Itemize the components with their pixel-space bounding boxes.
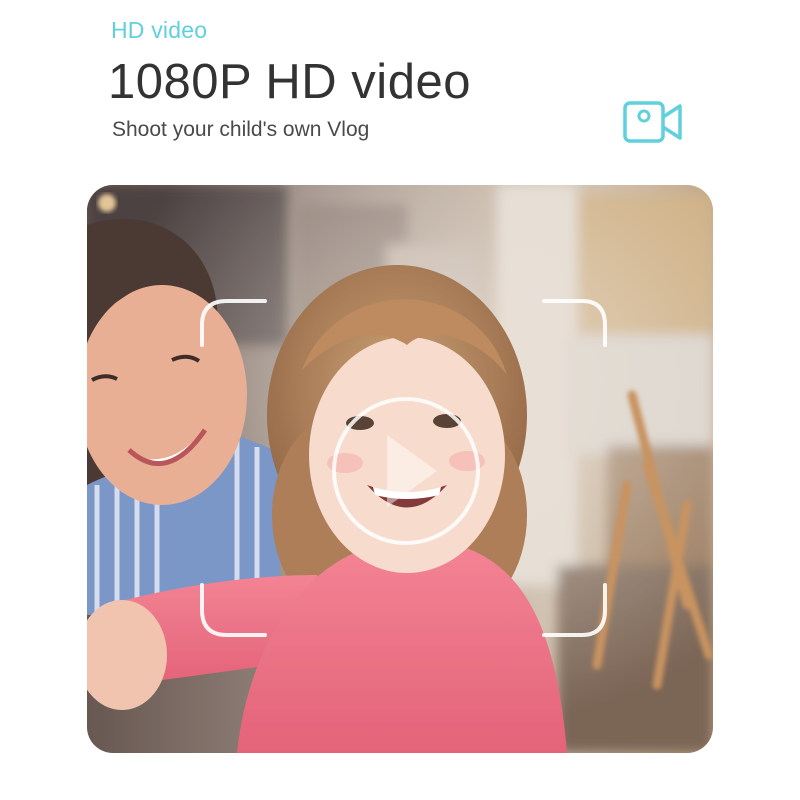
page-title: 1080P HD video — [108, 55, 471, 109]
eyebrow-label: HD video — [111, 17, 208, 43]
video-camera-icon — [622, 99, 684, 145]
page-subtitle: Shoot your child's own Vlog — [112, 118, 370, 141]
video-preview-photo[interactable] — [87, 185, 713, 753]
